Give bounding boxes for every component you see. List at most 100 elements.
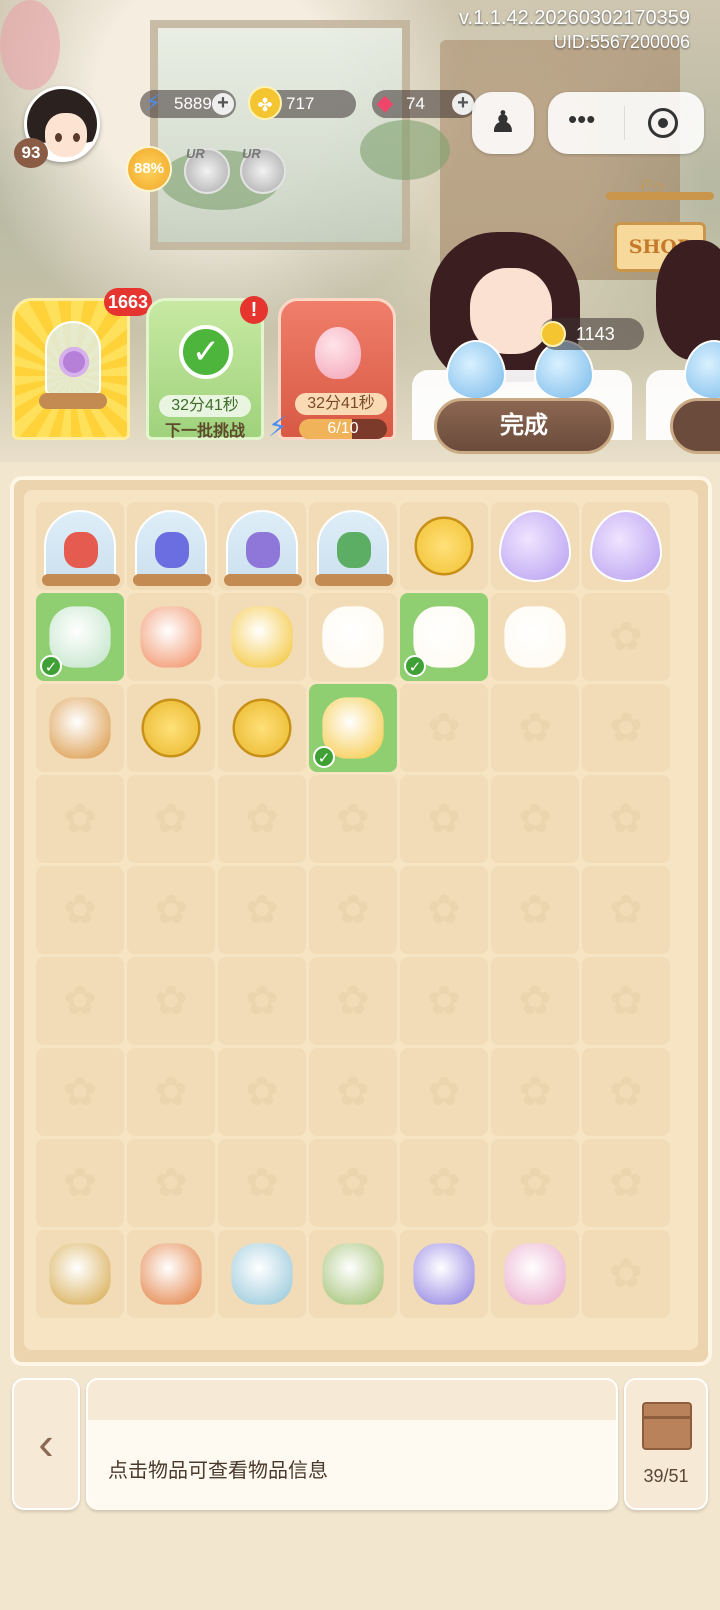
- empty-slot-flower-icon: ✿: [609, 1252, 643, 1296]
- board-cell[interactable]: ✿: [491, 1139, 579, 1227]
- board-cell[interactable]: ✿: [491, 684, 579, 772]
- board-cell[interactable]: ✿: [491, 775, 579, 863]
- close-miniapp-icon[interactable]: [648, 108, 678, 138]
- waffle-icon: [49, 697, 111, 759]
- board-cell[interactable]: ✿: [218, 866, 306, 954]
- customer-button[interactable]: ♟: [472, 92, 534, 154]
- board-cell[interactable]: ✿: [582, 1139, 670, 1227]
- storage-box-button[interactable]: 39/51: [624, 1378, 708, 1510]
- ur-slot[interactable]: UR: [184, 146, 230, 194]
- more-options-icon[interactable]: •••: [568, 104, 595, 135]
- board-cell[interactable]: ✿: [309, 775, 397, 863]
- board-cell[interactable]: ✿: [400, 684, 488, 772]
- board-cell[interactable]: ✓: [400, 593, 488, 681]
- board-cell[interactable]: [36, 502, 124, 590]
- bud-event-card[interactable]: 32分41秒 6/10: [278, 298, 396, 440]
- board-cell[interactable]: [400, 1230, 488, 1318]
- board-cell[interactable]: ✿: [127, 957, 215, 1045]
- board-cell[interactable]: ✿: [400, 1139, 488, 1227]
- miniapp-capsule: •••: [548, 92, 704, 154]
- add-energy-button[interactable]: +: [212, 93, 234, 115]
- ur-slot[interactable]: UR: [240, 146, 286, 194]
- board-cell[interactable]: ✿: [218, 957, 306, 1045]
- board-cell[interactable]: ✿: [582, 775, 670, 863]
- board-cell[interactable]: [309, 1230, 397, 1318]
- board-cell[interactable]: ✿: [400, 775, 488, 863]
- gift-card[interactable]: [12, 298, 130, 440]
- up-percent: 88%: [133, 160, 165, 177]
- board-cell[interactable]: [127, 1230, 215, 1318]
- empty-slot-flower-icon: ✿: [63, 979, 97, 1023]
- board-cell[interactable]: ✿: [491, 866, 579, 954]
- background-flowers: [0, 0, 60, 90]
- board-cell[interactable]: [36, 1230, 124, 1318]
- board-cell[interactable]: ✿: [582, 957, 670, 1045]
- board-cell[interactable]: ✿: [582, 1048, 670, 1136]
- board-cell[interactable]: ✿: [36, 775, 124, 863]
- board-cell[interactable]: ✿: [218, 1139, 306, 1227]
- board-cell[interactable]: [400, 502, 488, 590]
- board-cell[interactable]: ✿: [218, 775, 306, 863]
- ur-label: UR: [242, 146, 261, 161]
- board-cell[interactable]: [127, 502, 215, 590]
- board-cell[interactable]: [491, 502, 579, 590]
- complete-order-button-2[interactable]: [670, 398, 720, 454]
- complete-order-button[interactable]: 完成: [434, 398, 614, 454]
- board-cell[interactable]: ✿: [582, 593, 670, 681]
- board-cell[interactable]: ✿: [491, 957, 579, 1045]
- board-cell[interactable]: ✿: [582, 866, 670, 954]
- gold-coin-icon: [414, 516, 474, 576]
- blue-coral-jar-icon: [133, 510, 211, 586]
- board-cell[interactable]: [218, 684, 306, 772]
- board-cell[interactable]: ✿: [400, 1048, 488, 1136]
- board-cell[interactable]: [491, 593, 579, 681]
- coin-counter: ✤ 717: [248, 86, 356, 120]
- background-plant: [360, 120, 450, 180]
- gem-counter[interactable]: ◆ 74 +: [372, 90, 476, 118]
- energy-counter[interactable]: ⚡ 58899 +: [140, 90, 236, 118]
- board-cell[interactable]: ✿: [127, 1139, 215, 1227]
- board-cell[interactable]: [36, 684, 124, 772]
- board-cell[interactable]: ✿: [36, 1048, 124, 1136]
- board-cell[interactable]: ✿: [582, 684, 670, 772]
- board-cell[interactable]: [491, 1230, 579, 1318]
- board-cell[interactable]: ✿: [400, 866, 488, 954]
- up-bonus-badge[interactable]: 88%: [128, 148, 170, 190]
- board-cell[interactable]: ✓: [309, 684, 397, 772]
- board-cell[interactable]: ✿: [309, 866, 397, 954]
- order-reward: 1143: [540, 318, 644, 350]
- board-cell[interactable]: [309, 502, 397, 590]
- empty-slot-flower-icon: ✿: [427, 888, 461, 932]
- board-cell[interactable]: ✓: [36, 593, 124, 681]
- board-cell[interactable]: [218, 502, 306, 590]
- board-cell[interactable]: ✿: [491, 1048, 579, 1136]
- board-cell[interactable]: ✿: [36, 1139, 124, 1227]
- purple-drop-icon: [499, 510, 571, 582]
- board-cell[interactable]: [218, 1230, 306, 1318]
- empty-slot-flower-icon: ✿: [609, 888, 643, 932]
- board-cell[interactable]: ✿: [582, 1230, 670, 1318]
- board-cell[interactable]: ✿: [127, 1048, 215, 1136]
- board-cell[interactable]: ✿: [218, 1048, 306, 1136]
- board-cell[interactable]: ✿: [36, 957, 124, 1045]
- board-cell[interactable]: [127, 684, 215, 772]
- board-cell[interactable]: ✿: [400, 957, 488, 1045]
- item-info-panel: 点击物品可查看物品信息: [86, 1378, 618, 1510]
- board-cell[interactable]: ✿: [127, 866, 215, 954]
- board-cell[interactable]: ✿: [309, 1048, 397, 1136]
- board-cell[interactable]: ✿: [36, 866, 124, 954]
- board-cell[interactable]: [127, 593, 215, 681]
- empty-slot-flower-icon: ✿: [427, 706, 461, 750]
- perfume-generator-icon: [504, 1243, 566, 1305]
- add-gems-button[interactable]: +: [452, 93, 474, 115]
- gift-count-badge: 1663: [104, 288, 153, 316]
- board-cell[interactable]: ✿: [309, 1139, 397, 1227]
- coin-stack-icon: [232, 698, 292, 758]
- chevron-left-icon: ‹: [38, 1417, 54, 1469]
- board-cell[interactable]: [218, 593, 306, 681]
- back-button[interactable]: ‹: [12, 1378, 80, 1510]
- board-cell[interactable]: ✿: [309, 957, 397, 1045]
- board-cell[interactable]: [309, 593, 397, 681]
- board-cell[interactable]: [582, 502, 670, 590]
- board-cell[interactable]: ✿: [127, 775, 215, 863]
